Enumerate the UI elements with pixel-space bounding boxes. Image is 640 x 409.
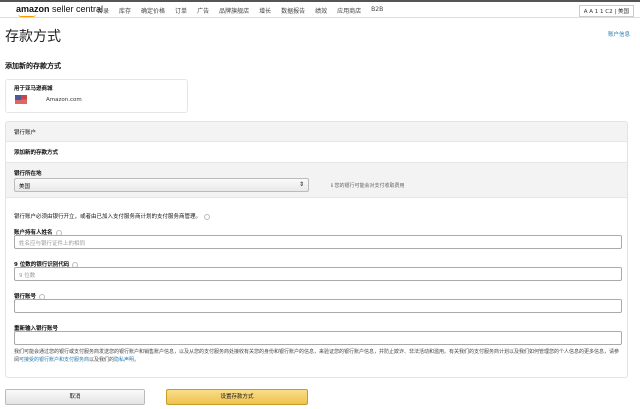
field-input[interactable]: 9 位数	[14, 267, 622, 281]
select-arrows-icon: ⇕	[298, 181, 304, 188]
help-icon[interactable]	[204, 213, 211, 220]
nav-item[interactable]: 订单	[175, 6, 187, 15]
bank-account-card: 银行账户 添加新的存款方式 银行所在地 美国 ⇕ ℹ 您的银行可能会对支付收取费用…	[5, 121, 628, 378]
nav-item[interactable]: B2B	[371, 6, 383, 15]
marketplace-value: Amazon.com	[46, 97, 82, 103]
nav-item[interactable]: 广告	[197, 6, 209, 15]
disclaimer: 我们可能会通过您的银行或支付服务商发送您的银行账户和销售账户信息，以及从您的支付…	[14, 349, 620, 363]
nav-item[interactable]: 目录	[97, 6, 109, 15]
nav-item[interactable]: 应用商店	[337, 6, 361, 15]
acceptable-accounts-link[interactable]: 可接受的银行账户和支付服务商	[19, 357, 89, 363]
marketplace-label: 用于亚马逊商城	[14, 86, 53, 92]
main-nav: 目录 库存 确定价格 订单 广告 品牌旗舰店 增长 数据报告 绩效 应用商店 B2B	[97, 6, 383, 15]
location-label: 银行所在地	[14, 171, 42, 177]
account-switcher[interactable]: A A 1 1 C2 | 美国	[578, 5, 634, 17]
nav-item[interactable]: 确定价格	[141, 6, 165, 15]
nav-item[interactable]: 绩效	[315, 6, 327, 15]
section-title: 添加新的存款方式	[5, 62, 61, 70]
nav-item[interactable]: 库存	[119, 6, 131, 15]
bank-location-select[interactable]: 美国 ⇕	[14, 178, 309, 192]
amazon-seller-central-logo[interactable]: amazon seller central	[16, 4, 103, 17]
nav-item[interactable]: 增长	[259, 6, 271, 15]
field-input[interactable]: 姓名应与银行证件上的相同	[14, 235, 622, 249]
bank-header: 银行账户	[6, 122, 627, 142]
bank-subheader: 添加新的存款方式	[14, 150, 59, 156]
account-info-link[interactable]: 账户信息	[608, 30, 630, 38]
top-nav-bar: amazon seller central 目录 库存 确定价格 订单 广告 品牌旗舰店 增…	[0, 0, 640, 18]
marketplace-card: 用于亚马逊商城 Amazon.com	[5, 79, 188, 113]
field-input[interactable]	[14, 331, 622, 345]
smile-icon	[18, 14, 36, 17]
bank-location-row: 银行所在地 美国 ⇕ ℹ 您的银行可能会对支付收取费用	[6, 162, 627, 198]
field-input[interactable]	[14, 299, 622, 313]
nav-item[interactable]: 数据报告	[281, 6, 305, 15]
bank-notice: 银行账户必须由银行开立，或者由已加入支付服务商计划的支付服务商管理。	[14, 212, 211, 220]
location-hint: ℹ 您的银行可能会对支付收取费用	[331, 183, 405, 189]
us-flag-icon	[15, 95, 27, 104]
privacy-link[interactable]: 隐私声明	[114, 357, 134, 363]
nav-item[interactable]: 品牌旗舰店	[219, 6, 249, 15]
cancel-button[interactable]: 取消	[5, 389, 145, 405]
set-deposit-method-button[interactable]: 设置存款方式	[166, 389, 308, 405]
page-title: 存款方式	[5, 29, 61, 45]
